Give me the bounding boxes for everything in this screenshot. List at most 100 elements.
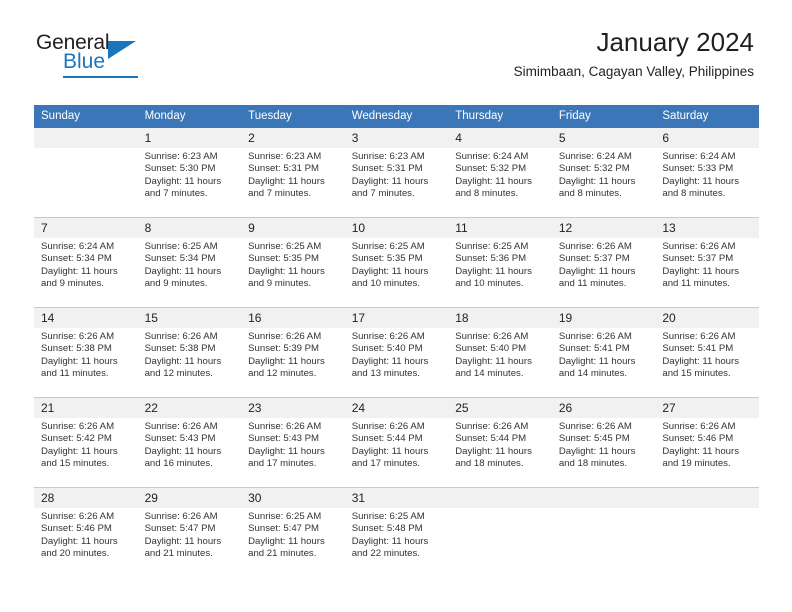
sunset-text: Sunset: 5:38 PM — [144, 343, 216, 355]
sunrise-text: Sunrise: 6:26 AM — [662, 421, 736, 432]
day-info-cell: Sunrise: 6:24 AM Sunset: 5:32 PM Daylight:… — [448, 148, 552, 218]
daylight-text-line1: Daylight: 11 hours — [351, 355, 429, 367]
weekday-header-sunday: Sunday — [34, 105, 138, 128]
daylight-text-line1: Daylight: 11 hours — [558, 445, 636, 457]
day-number-cell[interactable]: 11 — [448, 217, 552, 238]
sunrise-text: Sunrise: 6:26 AM — [662, 241, 736, 252]
day-number-cell[interactable]: 5 — [551, 128, 656, 148]
day-number-cell[interactable]: 7 — [34, 217, 138, 238]
day-number-cell[interactable]: 21 — [34, 397, 138, 418]
daylight-text-line2: and 16 minutes. — [144, 457, 213, 469]
sunset-text: Sunset: 5:36 PM — [455, 253, 527, 265]
sunset-text: Sunset: 5:32 PM — [558, 163, 630, 175]
daylight-text-line2: and 14 minutes. — [558, 367, 628, 379]
sunrise-text: Sunrise: 6:26 AM — [144, 331, 218, 342]
sunset-text: Sunset: 5:44 PM — [351, 433, 423, 445]
day-info-cell: Sunrise: 6:23 AM Sunset: 5:31 PM Daylight:… — [241, 148, 345, 218]
day-info-cell: Sunrise: 6:23 AM Sunset: 5:30 PM Daylight:… — [137, 148, 242, 218]
sunset-text: Sunset: 5:48 PM — [351, 523, 423, 535]
week-info-row: Sunrise: 6:24 AM Sunset: 5:34 PM Daylight:… — [34, 238, 759, 308]
day-number-cell[interactable]: 17 — [344, 307, 449, 328]
day-number-cell[interactable]: 28 — [34, 487, 138, 508]
week-daynumber-row: 21 22 23 24 25 26 27 — [34, 397, 759, 418]
sunrise-text: Sunrise: 6:26 AM — [558, 241, 632, 252]
daylight-text-line1: Daylight: 11 hours — [144, 535, 222, 547]
day-number-cell[interactable]: 27 — [655, 397, 759, 418]
day-number-cell[interactable]: 4 — [448, 128, 552, 148]
daylight-text-line2: and 15 minutes. — [662, 367, 731, 379]
sunrise-text: Sunrise: 6:26 AM — [248, 331, 322, 342]
day-number-cell[interactable]: 19 — [551, 307, 656, 328]
daylight-text-line1: Daylight: 11 hours — [662, 265, 739, 277]
general-blue-logo[interactable]: General Blue — [36, 32, 166, 78]
day-number-cell[interactable]: 12 — [551, 217, 656, 238]
sunset-text: Sunset: 5:30 PM — [144, 163, 216, 175]
daylight-text-line1: Daylight: 11 hours — [41, 535, 118, 547]
daylight-text-line2: and 7 minutes. — [351, 187, 415, 199]
daylight-text-line1: Daylight: 11 hours — [662, 175, 739, 187]
daylight-text-line2: and 12 minutes. — [248, 367, 317, 379]
daylight-text-line1: Daylight: 11 hours — [248, 445, 325, 457]
daylight-text-line1: Daylight: 11 hours — [558, 175, 636, 187]
sunrise-text: Sunrise: 6:24 AM — [662, 151, 736, 162]
daylight-text-line2: and 11 minutes. — [662, 277, 730, 289]
day-number-cell[interactable]: 8 — [137, 217, 242, 238]
day-number-cell[interactable]: 10 — [344, 217, 449, 238]
day-number-cell[interactable]: 3 — [344, 128, 449, 148]
daylight-text-line2: and 11 minutes. — [558, 277, 627, 289]
day-number-cell[interactable]: 31 — [344, 487, 449, 508]
daylight-text-line1: Daylight: 11 hours — [248, 265, 325, 277]
day-number-cell[interactable]: 18 — [448, 307, 552, 328]
day-number-cell[interactable]: 14 — [34, 307, 138, 328]
day-number-cell[interactable]: 16 — [241, 307, 345, 328]
day-info-cell: Sunrise: 6:26 AM Sunset: 5:43 PM Daylight:… — [137, 418, 242, 488]
day-info-cell: Sunrise: 6:26 AM Sunset: 5:40 PM Daylight:… — [344, 328, 449, 398]
sunrise-text: Sunrise: 6:24 AM — [558, 151, 632, 162]
day-number-cell[interactable]: 24 — [344, 397, 449, 418]
sunset-text: Sunset: 5:46 PM — [662, 433, 734, 445]
daylight-text-line2: and 21 minutes. — [144, 547, 213, 559]
daylight-text-line2: and 11 minutes. — [41, 367, 109, 379]
daylight-text-line2: and 19 minutes. — [662, 457, 731, 469]
calendar-page: General Blue January 2024 Simimbaan, Cag… — [0, 0, 792, 612]
day-info-cell: Sunrise: 6:26 AM Sunset: 5:37 PM Daylight:… — [655, 238, 759, 308]
weekday-header-row: Sunday Monday Tuesday Wednesday Thursday… — [34, 105, 759, 128]
sunset-text: Sunset: 5:43 PM — [144, 433, 216, 445]
day-number-cell[interactable]: 23 — [241, 397, 345, 418]
daylight-text-line2: and 10 minutes. — [351, 277, 420, 289]
day-number-cell[interactable]: 29 — [137, 487, 242, 508]
day-number-cell[interactable]: 2 — [241, 128, 345, 148]
day-number-cell[interactable]: 25 — [448, 397, 552, 418]
sunrise-text: Sunrise: 6:25 AM — [351, 511, 425, 522]
day-number-cell[interactable]: 22 — [137, 397, 242, 418]
day-info-cell: Sunrise: 6:26 AM Sunset: 5:41 PM Daylight:… — [655, 328, 759, 398]
sunset-text: Sunset: 5:31 PM — [248, 163, 320, 175]
sunrise-text: Sunrise: 6:26 AM — [455, 421, 529, 432]
day-info-cell: Sunrise: 6:26 AM Sunset: 5:37 PM Daylight:… — [551, 238, 656, 308]
sunrise-text: Sunrise: 6:25 AM — [248, 241, 322, 252]
daylight-text-line2: and 17 minutes. — [248, 457, 317, 469]
day-number-cell[interactable]: 1 — [137, 128, 242, 148]
sunrise-text: Sunrise: 6:26 AM — [41, 511, 115, 522]
day-number-cell[interactable]: 15 — [137, 307, 242, 328]
daylight-text-line2: and 20 minutes. — [41, 547, 110, 559]
daylight-text-line2: and 7 minutes. — [144, 187, 208, 199]
sunset-text: Sunset: 5:41 PM — [558, 343, 630, 355]
day-number-cell[interactable]: 6 — [655, 128, 759, 148]
day-info-cell: Sunrise: 6:23 AM Sunset: 5:31 PM Daylight:… — [344, 148, 449, 218]
daylight-text-line2: and 22 minutes. — [351, 547, 420, 559]
weekday-header-thursday: Thursday — [448, 105, 552, 128]
day-number-cell[interactable]: 26 — [551, 397, 656, 418]
week-info-row: Sunrise: 6:26 AM Sunset: 5:46 PM Daylight:… — [34, 508, 759, 577]
day-number-cell[interactable]: 9 — [241, 217, 345, 238]
day-number-cell[interactable]: 30 — [241, 487, 345, 508]
day-number-cell[interactable]: 13 — [655, 217, 759, 238]
day-info-cell: Sunrise: 6:24 AM Sunset: 5:33 PM Daylight:… — [655, 148, 759, 218]
day-number-cell[interactable]: 20 — [655, 307, 759, 328]
daylight-text-line2: and 14 minutes. — [455, 367, 524, 379]
day-info-cell: Sunrise: 6:25 AM Sunset: 5:35 PM Daylight:… — [344, 238, 449, 308]
daylight-text-line1: Daylight: 11 hours — [144, 265, 222, 277]
day-info-cell: Sunrise: 6:26 AM Sunset: 5:40 PM Daylight:… — [448, 328, 552, 398]
daylight-text-line1: Daylight: 11 hours — [351, 175, 429, 187]
day-info-cell: Sunrise: 6:26 AM Sunset: 5:38 PM Daylight:… — [34, 328, 138, 398]
